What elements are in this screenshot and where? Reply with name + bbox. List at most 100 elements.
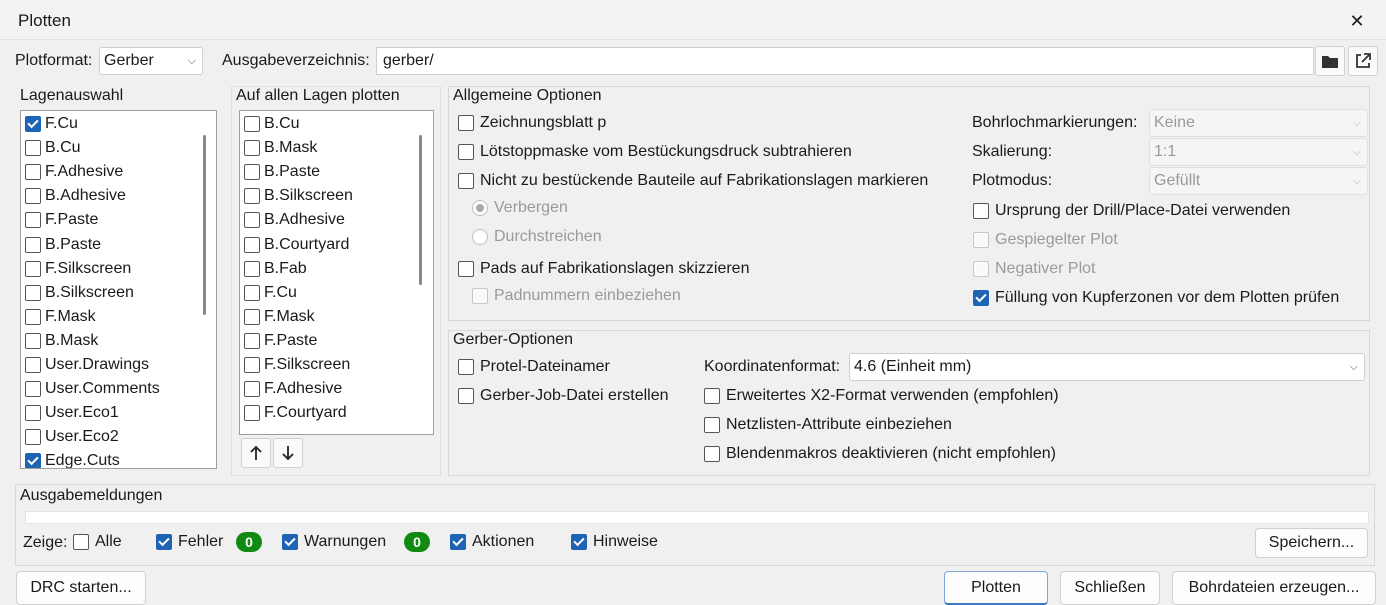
lagenauswahl-item[interactable]: F.Mask [25, 305, 96, 329]
close-icon[interactable]: ✕ [1344, 8, 1370, 34]
warnungen-checkbox[interactable] [282, 534, 298, 550]
lagenauswahl-item[interactable]: User.Eco1 [25, 401, 119, 425]
lagenauswahl-item[interactable]: Edge.Cuts [25, 449, 120, 468]
lagenauswahl-item[interactable]: F.Silkscreen [25, 257, 131, 281]
layer-checkbox[interactable] [25, 381, 41, 398]
layer-checkbox[interactable] [25, 308, 41, 325]
output-dir-input[interactable]: gerber/ [376, 47, 1314, 75]
alle-lagen-item[interactable]: F.Courtyard [244, 401, 347, 425]
alle-lagen-item[interactable]: F.Adhesive [244, 377, 342, 401]
alle-lagen-item[interactable]: B.Silkscreen [244, 184, 353, 208]
job-datei-checkbox[interactable] [458, 388, 474, 404]
x2-option[interactable]: Erweitertes X2-Format verwenden (empfohl… [704, 384, 1059, 408]
lagenauswahl-item[interactable]: B.Silkscreen [25, 281, 134, 305]
loetstopp-option[interactable]: Lötstoppmaske vom Bestückungsdruck subtr… [458, 140, 852, 164]
netzlisten-option[interactable]: Netzlisten-Attribute einbeziehen [704, 413, 952, 437]
alle-lagen-item[interactable]: B.Mask [244, 136, 317, 160]
layer-checkbox[interactable] [244, 236, 260, 253]
protel-checkbox[interactable] [458, 359, 474, 375]
layer-checkbox[interactable] [25, 332, 41, 349]
layer-checkbox[interactable] [25, 453, 41, 468]
alle-lagen-item[interactable]: F.Cu [244, 281, 297, 305]
layer-checkbox[interactable] [25, 357, 41, 373]
fehler-checkbox[interactable] [156, 534, 172, 550]
layer-checkbox[interactable] [25, 140, 41, 157]
scrollbar[interactable] [203, 135, 206, 315]
open-folder-button[interactable] [1348, 46, 1378, 76]
layer-checkbox[interactable] [25, 284, 41, 301]
layer-checkbox[interactable] [25, 236, 41, 253]
speichern-button[interactable]: Speichern... [1255, 528, 1368, 558]
pads-skizzieren-checkbox[interactable] [458, 261, 474, 277]
blenden-option[interactable]: Blendenmakros deaktivieren (nicht empfoh… [704, 442, 1056, 466]
lagenauswahl-item[interactable]: F.Paste [25, 208, 98, 232]
lagenauswahl-item[interactable]: B.Cu [25, 136, 81, 160]
layer-checkbox[interactable] [244, 116, 260, 132]
layer-checkbox[interactable] [25, 429, 41, 446]
nicht-bestueckend-option[interactable]: Nicht zu bestückende Bauteile auf Fabrik… [458, 169, 928, 193]
x2-checkbox[interactable] [704, 388, 720, 404]
layer-checkbox[interactable] [244, 212, 260, 229]
layer-checkbox[interactable] [244, 140, 260, 157]
messages-output[interactable] [25, 511, 1369, 524]
padnummern-checkbox[interactable] [472, 288, 488, 304]
lagenauswahl-item[interactable]: User.Comments [25, 377, 160, 401]
alle-lagen-item[interactable]: B.Paste [244, 160, 320, 184]
protel-option[interactable]: Protel-Dateinamer [458, 355, 610, 379]
negativ-checkbox[interactable] [973, 261, 989, 277]
alle-checkbox[interactable] [73, 534, 89, 550]
lagenauswahl-item[interactable]: F.Cu [25, 112, 78, 136]
layer-checkbox[interactable] [244, 188, 260, 205]
browse-folder-button[interactable] [1315, 46, 1345, 76]
layer-checkbox[interactable] [25, 405, 41, 422]
gespiegelt-option[interactable]: Gespiegelter Plot [973, 228, 1118, 252]
lagenauswahl-item[interactable]: F.Adhesive [25, 160, 123, 184]
layer-checkbox[interactable] [244, 357, 260, 373]
plotformat-select[interactable]: Gerber ⌵ [99, 47, 203, 75]
alle-lagen-item[interactable]: B.Cu [244, 112, 300, 136]
alle-option[interactable]: Alle [73, 530, 122, 554]
fehler-option[interactable]: Fehler [156, 530, 223, 554]
alle-lagen-item[interactable]: F.Mask [244, 305, 315, 329]
layer-checkbox[interactable] [244, 405, 260, 422]
job-datei-option[interactable]: Gerber-Job-Datei erstellen [458, 384, 669, 408]
padnummern-option[interactable]: Padnummern einbeziehen [472, 284, 681, 308]
loetstopp-checkbox[interactable] [458, 144, 474, 160]
zeichnungsblatt-option[interactable]: Zeichnungsblatt p [458, 111, 606, 135]
plotmodus-select[interactable]: Gefüllt ⌵ [1149, 167, 1368, 195]
layer-checkbox[interactable] [25, 260, 41, 277]
layer-checkbox[interactable] [244, 381, 260, 398]
aktionen-checkbox[interactable] [450, 534, 466, 550]
ursprung-checkbox[interactable] [973, 203, 989, 219]
lagenauswahl-item[interactable]: User.Eco2 [25, 425, 119, 449]
alle-lagen-item[interactable]: B.Fab [244, 257, 307, 281]
hinweise-checkbox[interactable] [571, 534, 587, 550]
alle-lagen-list[interactable]: B.Cu B.Mask B.Paste B.Silkscreen B.Adhesive B… [239, 110, 434, 435]
alle-lagen-item[interactable]: B.Courtyard [244, 233, 349, 257]
fuellung-checkbox[interactable] [973, 290, 989, 306]
durchstreichen-radio[interactable] [472, 229, 488, 245]
netzlisten-checkbox[interactable] [704, 417, 720, 433]
layer-checkbox[interactable] [244, 332, 260, 349]
durchstreichen-option[interactable]: Durchstreichen [472, 225, 602, 249]
gespiegelt-checkbox[interactable] [973, 232, 989, 248]
layer-checkbox[interactable] [244, 260, 260, 277]
lagenauswahl-item[interactable]: B.Paste [25, 233, 101, 257]
move-down-button[interactable] [273, 438, 303, 468]
pads-skizzieren-option[interactable]: Pads auf Fabrikationslagen skizzieren [458, 257, 749, 281]
verbergen-radio[interactable] [472, 200, 488, 216]
lagenauswahl-list[interactable]: F.Cu B.Cu F.Adhesive B.Adhesive F.Paste B.Pas… [20, 110, 217, 469]
layer-checkbox[interactable] [25, 164, 41, 181]
ursprung-option[interactable]: Ursprung der Drill/Place-Datei verwenden [973, 199, 1290, 223]
layer-checkbox[interactable] [25, 116, 41, 132]
zeichnungsblatt-checkbox[interactable] [458, 115, 474, 131]
verbergen-option[interactable]: Verbergen [472, 196, 568, 220]
move-up-button[interactable] [241, 438, 271, 468]
lagenauswahl-item[interactable]: B.Mask [25, 329, 98, 353]
layer-checkbox[interactable] [244, 308, 260, 325]
alle-lagen-item[interactable]: F.Silkscreen [244, 353, 350, 377]
lagenauswahl-item[interactable]: B.Adhesive [25, 184, 126, 208]
hinweise-option[interactable]: Hinweise [571, 530, 658, 554]
alle-lagen-item[interactable]: B.Adhesive [244, 208, 345, 232]
layer-checkbox[interactable] [244, 284, 260, 301]
